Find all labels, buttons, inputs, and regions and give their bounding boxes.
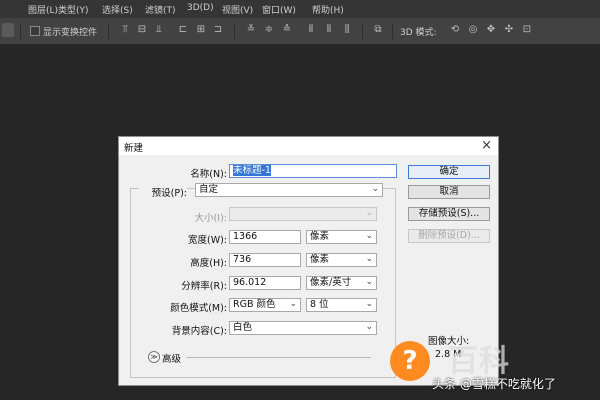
distribute-bottom-icon[interactable]: ≙	[282, 24, 292, 36]
width-input[interactable]: 1366	[229, 230, 301, 244]
align-bottom-icon[interactable]: ⫫	[154, 24, 164, 36]
resolution-unit-select[interactable]: 像素/英寸 ⌄	[306, 276, 377, 290]
dialog-title: 新建	[124, 143, 144, 154]
distribute-hcenter-icon[interactable]: ⦀	[324, 24, 334, 36]
chevron-down-icon: ⌄	[365, 322, 373, 332]
color-mode-label: 颜色模式(M):	[170, 303, 227, 314]
bit-depth-select[interactable]: 8 位 ⌄	[306, 298, 377, 312]
options-bar: 显示变换控件 ⫪ ⊟ ⫫ ⊏ ⊞ ⊐ ≚ ≑ ≙ ⫴ ⦀ ⫼ ⧉ 3D 模式: …	[0, 18, 600, 45]
size-label: 大小(I):	[194, 213, 227, 224]
save-preset-button[interactable]: 存储预设(S)...	[408, 207, 490, 221]
width-label: 宽度(W):	[187, 235, 227, 246]
height-unit-select[interactable]: 像素 ⌄	[306, 253, 377, 267]
separator	[392, 23, 393, 39]
separator	[108, 23, 109, 39]
preset-select[interactable]: 自定 ⌄	[195, 183, 383, 197]
align-right-icon[interactable]: ⊐	[213, 24, 223, 36]
chevron-down-icon: ⌄	[365, 231, 373, 241]
dialog-titlebar: 新建 ×	[119, 137, 498, 155]
ok-button[interactable]: 确定	[408, 165, 490, 179]
cancel-button[interactable]: 取消	[408, 185, 490, 199]
rotate-3d-icon[interactable]: ⟲	[450, 24, 460, 36]
separator	[234, 23, 235, 39]
slide-3d-icon[interactable]: ✣	[504, 24, 514, 36]
background-label: 背景内容(C):	[171, 326, 227, 337]
menu-help[interactable]: 帮助(H)	[312, 3, 344, 16]
distribute-left-icon[interactable]: ⫴	[306, 24, 316, 36]
menu-bar: 图层(L) 类型(Y) 选择(S) 滤镜(T) 3D(D) 视图(V) 窗口(W…	[0, 0, 600, 18]
watermark-logo: ?	[390, 341, 430, 381]
separator	[362, 23, 363, 39]
menu-type[interactable]: 类型(Y)	[58, 3, 89, 16]
chevron-down-icon: ⌄	[371, 184, 379, 194]
show-transform-label: 显示变换控件	[43, 28, 98, 38]
delete-preset-button[interactable]: 删除预设(D)...	[408, 229, 490, 243]
name-label: 名称(N):	[190, 169, 227, 180]
separator	[20, 23, 21, 39]
name-input[interactable]: 未标题-1	[229, 164, 397, 178]
align-hcenter-icon[interactable]: ⊞	[196, 24, 206, 36]
menu-select[interactable]: 选择(S)	[102, 3, 133, 16]
close-icon[interactable]: ×	[481, 138, 492, 153]
chevron-down-icon: ⌄	[365, 277, 373, 287]
height-label: 高度(H):	[190, 258, 227, 269]
roll-3d-icon[interactable]: ◎	[468, 24, 478, 36]
menu-view[interactable]: 视图(V)	[222, 3, 253, 16]
mode-3d-label: 3D 模式:	[400, 28, 437, 38]
resolution-label: 分辨率(R):	[181, 281, 227, 292]
chevron-down-icon: ⌄	[289, 299, 297, 309]
color-mode-select[interactable]: RGB 颜色 ⌄	[229, 298, 301, 312]
advanced-label[interactable]: 高级	[162, 351, 181, 365]
tool-preset-picker[interactable]	[2, 23, 14, 37]
expand-advanced-icon[interactable]: ≫	[148, 351, 160, 363]
align-left-icon[interactable]: ⊏	[178, 24, 188, 36]
watermark-brand: 百科	[448, 344, 510, 379]
preset-label: 预设(P):	[139, 185, 187, 199]
menu-filter[interactable]: 滤镜(T)	[145, 3, 176, 16]
chevron-down-icon: ⌄	[365, 254, 373, 264]
scale-3d-icon[interactable]: ⊡	[522, 24, 532, 36]
separator	[187, 357, 371, 358]
height-input[interactable]: 736	[229, 253, 301, 267]
align-vcenter-icon[interactable]: ⊟	[137, 24, 147, 36]
menu-layer[interactable]: 图层(L)	[28, 3, 58, 16]
resolution-input[interactable]: 96.012	[229, 276, 301, 290]
new-document-dialog: 新建 × 名称(N): 未标题-1 预设(P): 自定 ⌄ 大小(I): ⌄ 宽度…	[118, 136, 499, 386]
align-top-icon[interactable]: ⫪	[120, 24, 130, 36]
distribute-right-icon[interactable]: ⫼	[342, 24, 352, 36]
distribute-top-icon[interactable]: ≚	[246, 24, 256, 36]
distribute-vcenter-icon[interactable]: ≑	[264, 24, 274, 36]
background-select[interactable]: 白色 ⌄	[229, 321, 377, 335]
menu-3d[interactable]: 3D(D)	[187, 3, 214, 13]
drag-3d-icon[interactable]: ✥	[486, 24, 496, 36]
menu-window[interactable]: 窗口(W)	[262, 3, 296, 16]
size-select[interactable]: ⌄	[229, 207, 377, 221]
show-transform-checkbox[interactable]	[30, 26, 40, 36]
chevron-down-icon: ⌄	[365, 299, 373, 309]
auto-align-icon[interactable]: ⧉	[373, 24, 383, 36]
width-unit-select[interactable]: 像素 ⌄	[306, 230, 377, 244]
chevron-down-icon: ⌄	[365, 208, 373, 218]
watermark-credit: 头条 @雪糕不吃就化了	[432, 377, 556, 391]
